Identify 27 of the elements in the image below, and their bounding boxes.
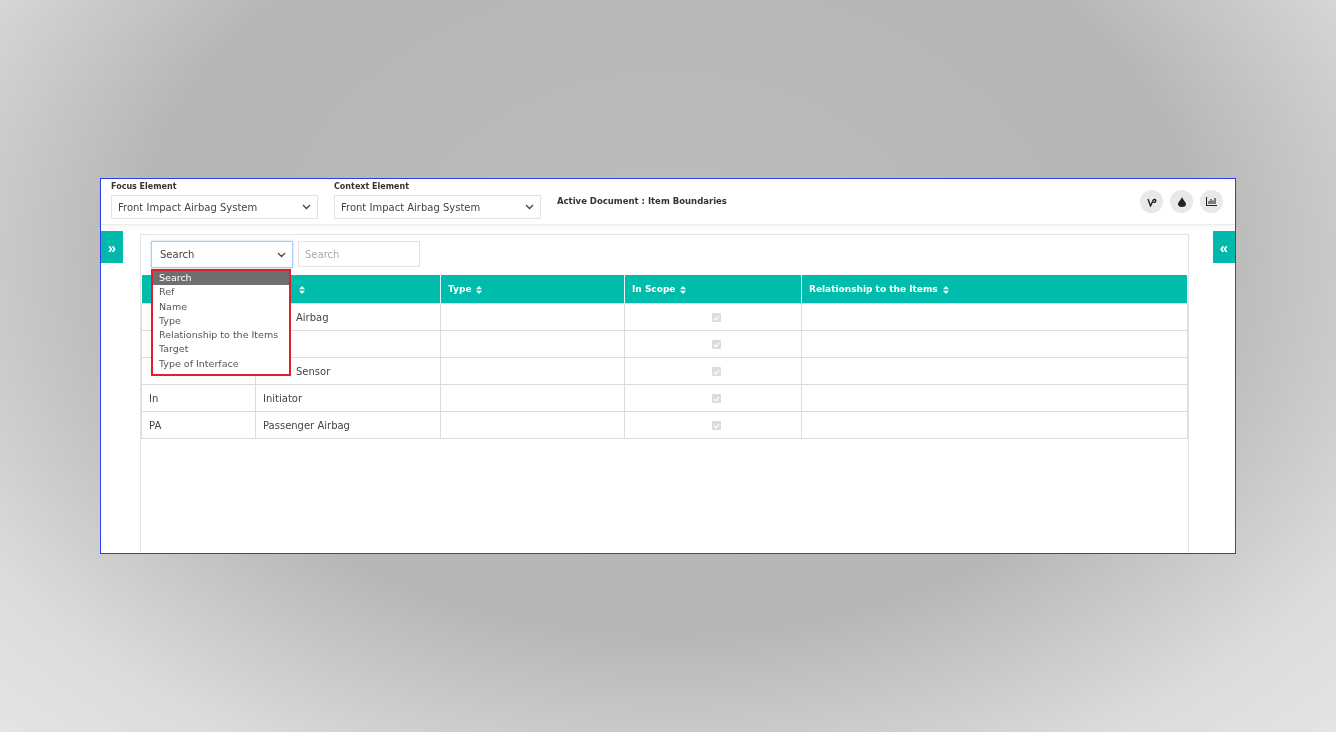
table-cell: PA [141,411,256,439]
active-document-label: Active Document : Item Boundaries [557,196,727,206]
chevron-down-icon [277,251,286,258]
checkbox[interactable] [712,340,721,349]
checkbox[interactable] [712,367,721,376]
search-column-select[interactable]: Search [151,241,293,268]
dropdown-option[interactable]: Search [153,271,289,286]
table-cell: In [141,384,256,412]
checkbox[interactable] [712,394,721,403]
checkbox[interactable] [712,313,721,322]
checkbox[interactable] [712,421,721,430]
element-select[interactable]: Front Impact Airbag System [334,195,541,219]
search-field[interactable]: Search [298,241,420,267]
sort-icon [299,285,305,294]
table-cell: Passenger Airbag [255,411,441,439]
drop-icon[interactable] [1170,190,1193,213]
sort-icon [680,285,687,294]
chevron-down-icon [525,204,534,210]
sort-icon [942,285,949,294]
field-label: Focus Element [111,181,178,193]
table-cell: Initiator [255,384,441,412]
bar-chart-icon[interactable] [1200,190,1223,213]
element-select[interactable]: Front Impact Airbag System [111,195,318,219]
sort-icon [476,285,483,294]
field-label: Context Element [334,181,410,193]
chevron-down-icon [302,204,311,210]
vine-icon[interactable] [1140,190,1163,213]
